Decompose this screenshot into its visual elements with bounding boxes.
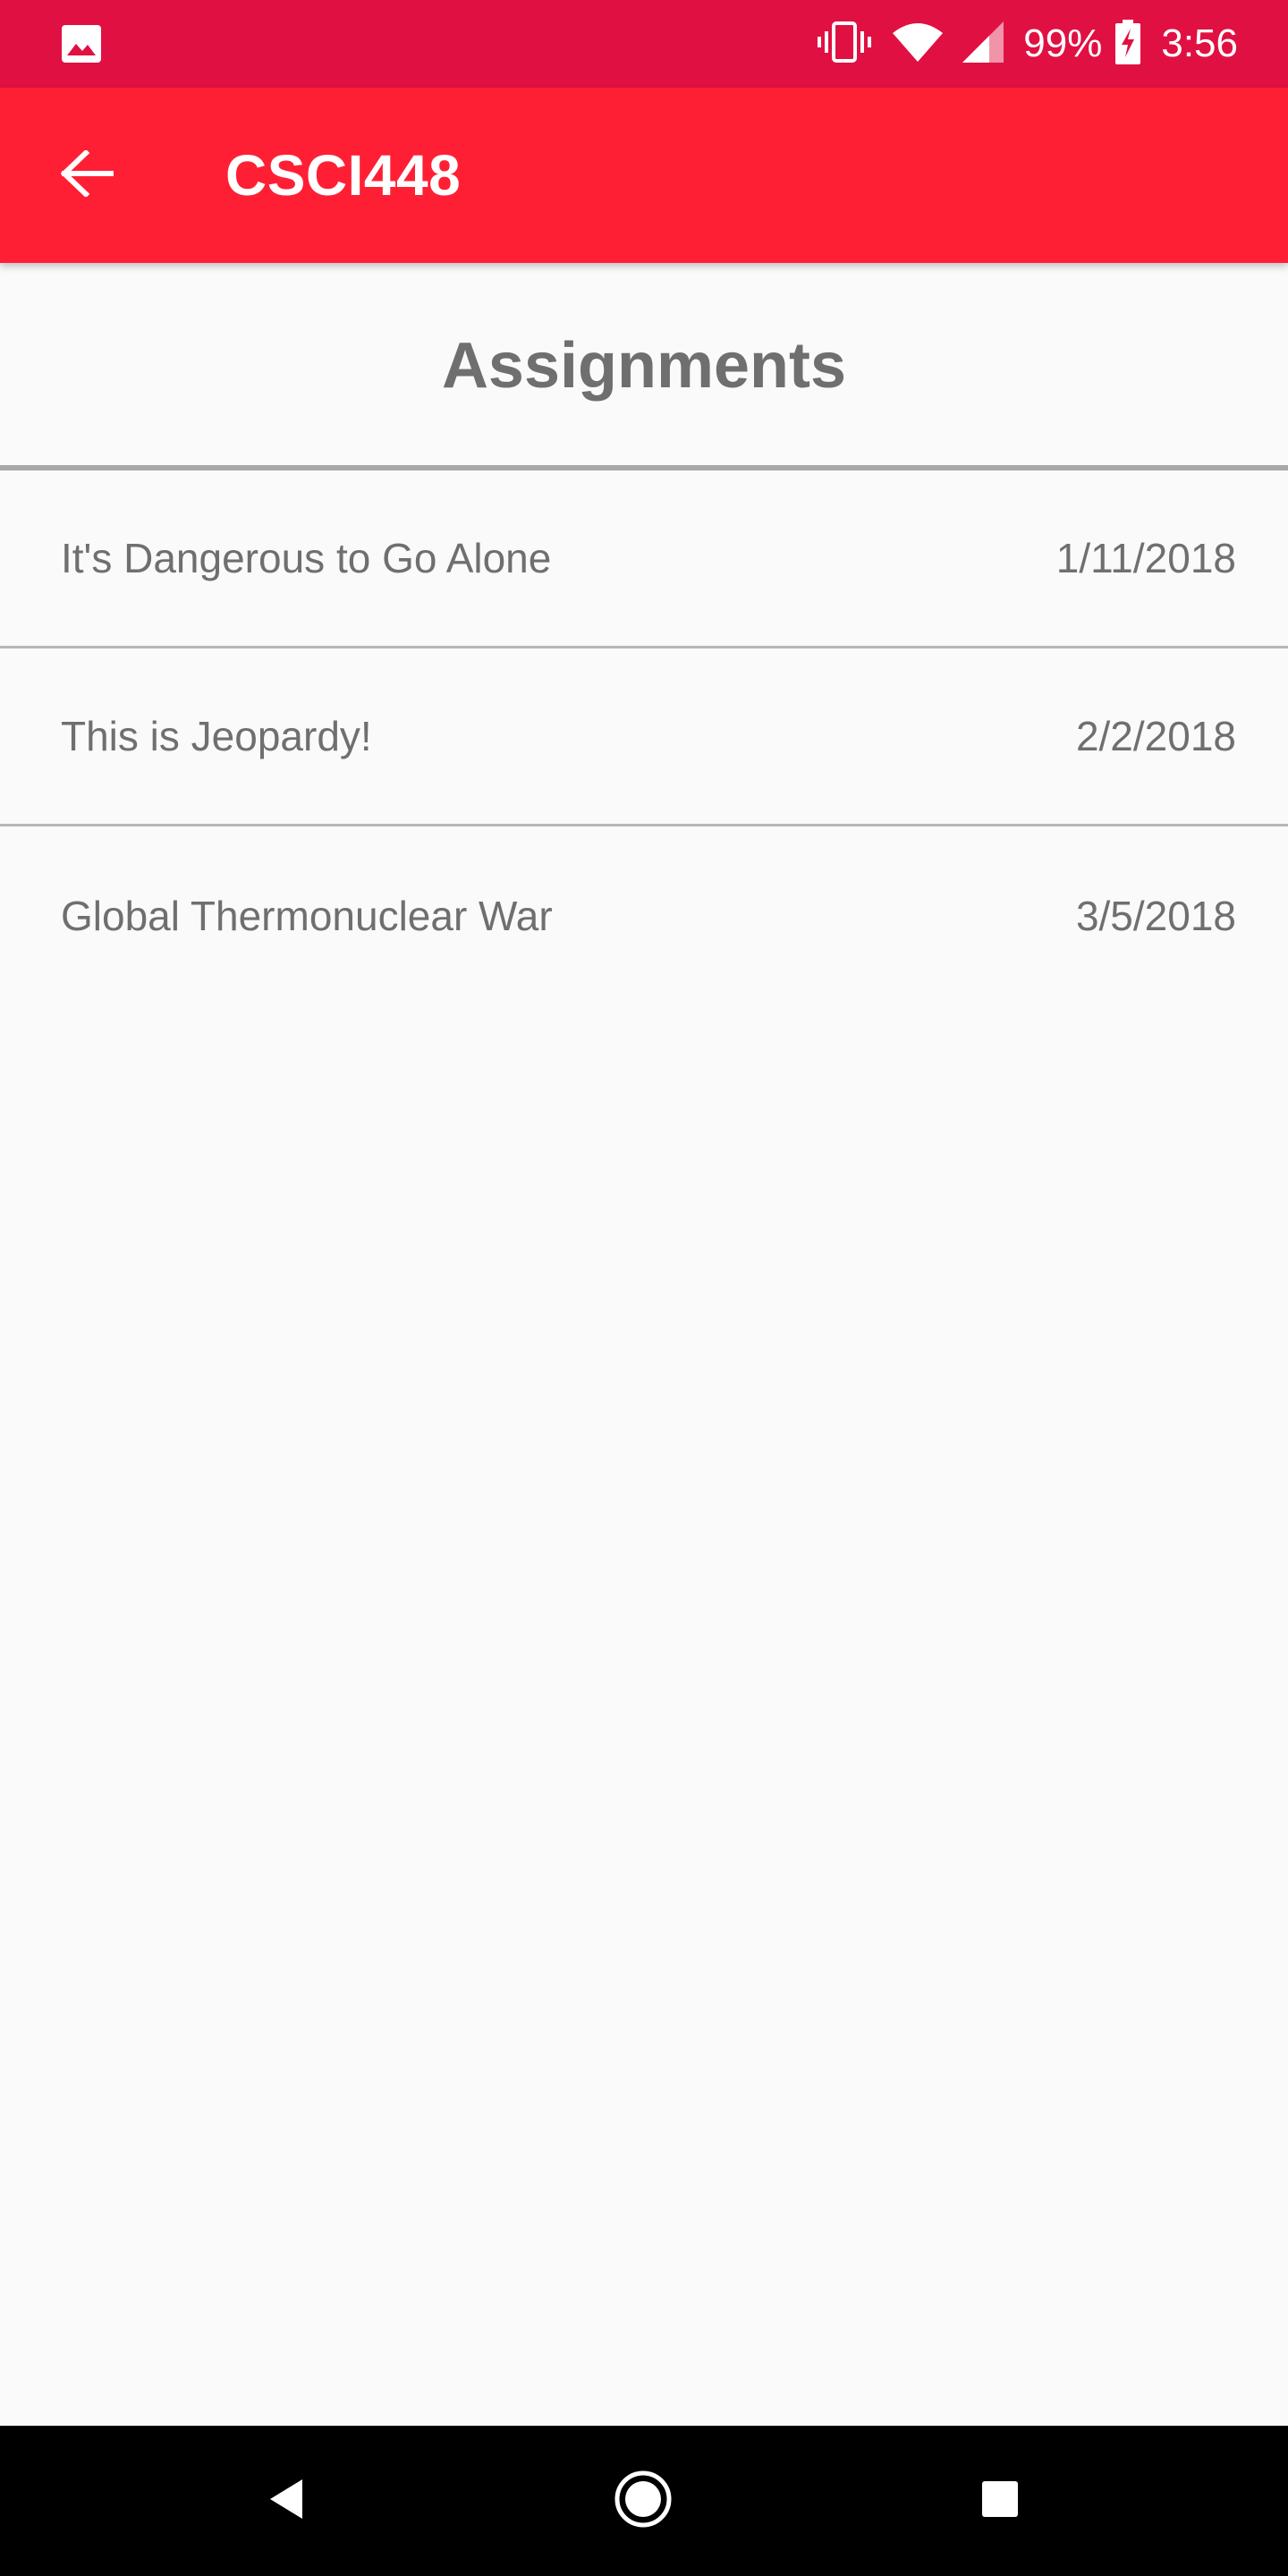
system-nav-bar xyxy=(0,2426,1288,2576)
app-bar: CSCI448 xyxy=(0,88,1288,263)
status-bar: 99% 3:56 xyxy=(0,0,1288,88)
nav-back-button[interactable] xyxy=(243,2458,329,2544)
status-icons: 99% 3:56 xyxy=(816,0,1238,88)
assignment-date: 1/11/2018 xyxy=(1055,535,1236,581)
assignment-date: 2/2/2018 xyxy=(1075,713,1236,759)
nav-home-button[interactable] xyxy=(600,2458,686,2544)
assignment-date: 3/5/2018 xyxy=(1075,892,1236,939)
cellular-signal-icon xyxy=(962,21,1004,67)
vibrate-icon xyxy=(816,21,873,68)
assignment-title: This is Jeopardy! xyxy=(61,713,372,759)
nav-recents-icon xyxy=(980,2479,1020,2523)
list-item[interactable]: Global Thermonuclear War 3/5/2018 xyxy=(0,826,1288,1004)
arrow-back-icon xyxy=(60,148,114,201)
assignment-list: It's Dangerous to Go Alone 1/11/2018 Thi… xyxy=(0,470,1288,1004)
app-title: CSCI448 xyxy=(225,143,462,208)
nav-back-icon xyxy=(267,2478,306,2525)
nav-recents-button[interactable] xyxy=(957,2458,1043,2544)
page-title: Assignments xyxy=(441,330,847,402)
image-icon xyxy=(61,24,102,64)
battery-percent: 99% xyxy=(1023,21,1103,65)
assignment-title: Global Thermonuclear War xyxy=(61,892,553,939)
list-item[interactable]: It's Dangerous to Go Alone 1/11/2018 xyxy=(0,470,1288,648)
clock: 3:56 xyxy=(1161,21,1238,65)
battery-charging-icon xyxy=(1114,19,1141,69)
assignments-screen: 99% 3:56 CSCI448 Assignments It's Danger… xyxy=(0,0,1288,2576)
nav-home-icon xyxy=(614,2470,673,2533)
list-item[interactable]: This is Jeopardy! 2/2/2018 xyxy=(0,648,1288,826)
back-button[interactable] xyxy=(45,132,131,218)
assignment-title: It's Dangerous to Go Alone xyxy=(61,535,552,581)
wifi-icon xyxy=(893,22,944,66)
